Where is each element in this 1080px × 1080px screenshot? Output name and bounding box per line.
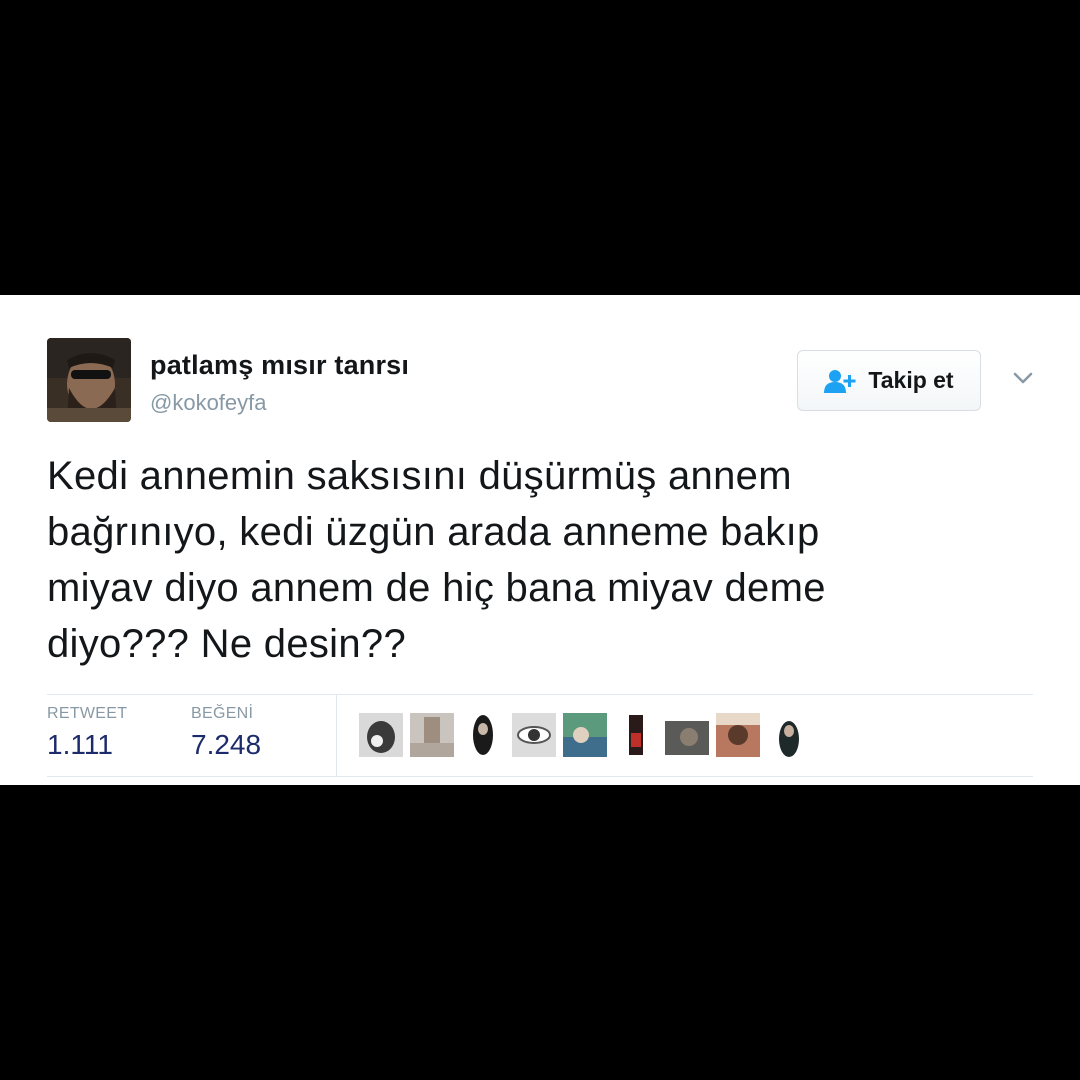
author-handle[interactable]: @kokofeyfa — [150, 390, 267, 416]
author-display-name[interactable]: patlamş mısır tanrsı — [150, 350, 409, 381]
avatar-image — [47, 338, 131, 422]
retweet-label: RETWEET — [47, 705, 128, 722]
stats-separator — [336, 695, 337, 777]
liker-avatar-5[interactable] — [563, 713, 607, 757]
liker-avatar-1[interactable] — [359, 713, 403, 757]
tweet-card: patlamş mısır tanrsı @kokofeyfa Takip et… — [0, 295, 1080, 785]
add-user-icon — [824, 369, 858, 393]
retweet-count: 1.111 — [47, 729, 113, 760]
retweet-stat[interactable]: RETWEET 1.111 — [47, 705, 127, 761]
follow-button-label: Takip et — [868, 367, 954, 393]
like-label: BEĞENİ — [191, 705, 254, 722]
liker-avatar-4[interactable] — [512, 713, 556, 757]
liker-avatar-8[interactable] — [716, 713, 760, 757]
liker-avatar-9[interactable] — [767, 713, 811, 757]
follow-button[interactable]: Takip et — [797, 350, 981, 411]
chevron-down-icon[interactable] — [1008, 367, 1038, 389]
like-count: 7.248 — [191, 729, 262, 760]
tweet-stats: RETWEET 1.111 BEĞENİ 7.248 — [47, 695, 1033, 777]
liker-avatar-2[interactable] — [410, 713, 454, 757]
stats-divider-bottom — [47, 776, 1033, 777]
tweet-text: Kedi annemin saksısını düşürmüş annem ba… — [47, 454, 826, 666]
like-stat[interactable]: BEĞENİ 7.248 — [191, 705, 261, 761]
author-avatar[interactable] — [47, 338, 131, 422]
liker-avatar-7[interactable] — [665, 713, 709, 757]
liker-avatar-3[interactable] — [461, 713, 505, 757]
liker-avatar-6[interactable] — [614, 713, 658, 757]
